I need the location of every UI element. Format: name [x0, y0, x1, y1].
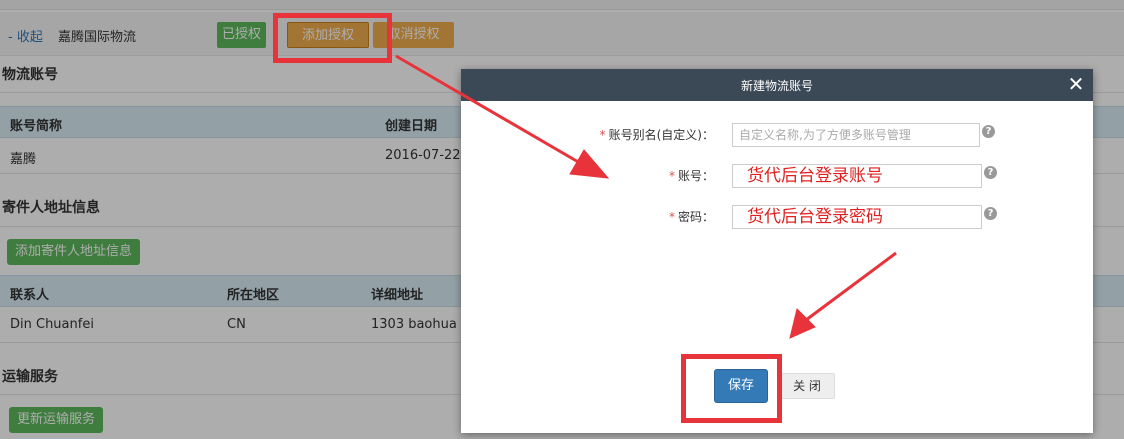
close-button[interactable]: 关 闭 — [779, 373, 835, 399]
close-icon[interactable]: ✕ — [1066, 74, 1086, 94]
help-icon[interactable]: ? — [984, 166, 997, 179]
highlight-box — [681, 354, 782, 423]
account-label-text: 账号： — [677, 169, 714, 183]
required-mark: * — [599, 128, 606, 142]
account-label: * 账号： — [514, 167, 714, 184]
password-label-text: 密码： — [677, 210, 714, 224]
help-icon[interactable]: ? — [984, 207, 997, 220]
dialog-header: 新建物流账号 ✕ — [461, 69, 1093, 101]
dialog-title: 新建物流账号 — [740, 79, 813, 93]
password-input[interactable]: 货代后台登录密码 — [732, 205, 982, 229]
password-label: * 密码： — [514, 208, 714, 225]
help-icon[interactable]: ? — [982, 125, 995, 138]
alias-input[interactable]: 自定义名称,为了方便多账号管理 — [732, 123, 980, 147]
highlight-box — [273, 13, 392, 63]
alias-label: * 账号别名(自定义)： — [514, 126, 714, 143]
required-mark: * — [668, 210, 675, 224]
alias-label-text: 账号别名(自定义)： — [608, 128, 714, 142]
account-input[interactable]: 货代后台登录账号 — [732, 164, 982, 188]
required-mark: * — [668, 169, 675, 183]
